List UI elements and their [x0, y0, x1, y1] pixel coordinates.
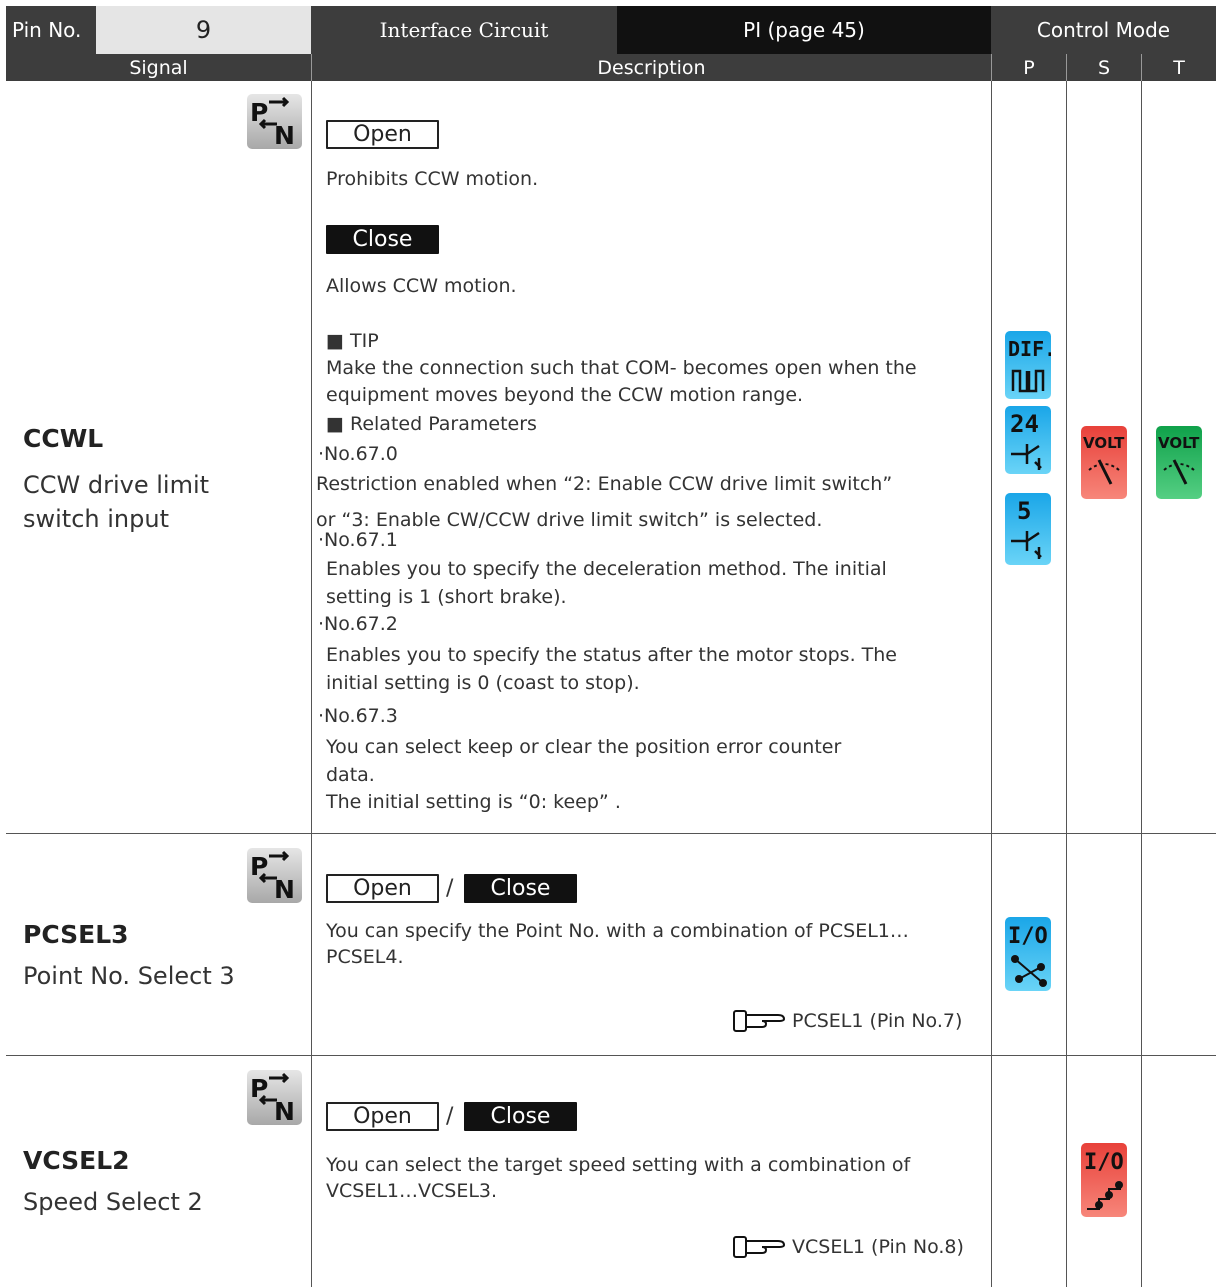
related-parameters-heading: ■ Related Parameters	[326, 413, 537, 435]
interface-label: Interface Circuit	[379, 18, 549, 42]
description-text: PCSEL4.	[326, 946, 404, 968]
control-mode-label: Control Mode	[1036, 18, 1171, 42]
open-state-label: Open	[326, 120, 439, 149]
svg-text:N: N	[274, 875, 295, 903]
description-text: You can select the target speed setting …	[326, 1154, 911, 1176]
voltmeter-icon: VOLT	[1081, 426, 1127, 499]
p-to-n-icon: P N	[247, 848, 302, 904]
grid-line	[1066, 81, 1067, 1287]
parameter-number: ·No.67.1	[318, 529, 398, 551]
reference-text: VCSEL1 (Pin No.8)	[792, 1236, 964, 1258]
io-point-select-icon: I/O	[1005, 917, 1051, 991]
parameter-text: The initial setting is “0: keep” .	[326, 791, 621, 813]
svg-text:I/O: I/O	[1084, 1150, 1124, 1175]
mode-p-header: P	[991, 54, 1066, 81]
parameter-text: Enables you to specify the status after …	[326, 644, 897, 666]
grid-line	[991, 81, 992, 1287]
row-divider	[6, 833, 1216, 834]
svg-text:DIF.: DIF.	[1008, 337, 1051, 361]
pin-value-cell: 9	[96, 6, 311, 54]
signal-name: PCSEL3	[23, 920, 129, 949]
voltmeter-icon: VOLT	[1156, 426, 1202, 499]
interface-value: PI (page 45)	[743, 18, 865, 42]
reference-link[interactable]: PCSEL1 (Pin No.7)	[732, 1008, 962, 1034]
parameter-text: initial setting is 0 (coast to stop).	[326, 672, 640, 694]
pin-value: 9	[195, 16, 212, 44]
differential-input-icon: DIF.	[1005, 331, 1056, 399]
grid-line	[1141, 81, 1142, 1287]
signal-description: Speed Select 2	[23, 1188, 203, 1216]
parameter-text: setting is 1 (short brake).	[326, 586, 567, 608]
close-state-label: Close	[464, 874, 577, 903]
grid-line	[311, 81, 312, 1287]
slash-separator: /	[446, 876, 454, 901]
interface-value-cell: PI (page 45)	[617, 6, 991, 54]
tip-heading: ■ TIP	[326, 330, 379, 352]
parameter-number: ·No.67.2	[318, 613, 398, 635]
signal-name: VCSEL2	[23, 1146, 130, 1175]
tip-text: Make the connection such that COM- becom…	[326, 357, 917, 379]
mode-t-header: T	[1141, 54, 1216, 81]
pin-label-cell: Pin No.	[6, 6, 96, 54]
svg-text:N: N	[274, 1097, 295, 1125]
24v-input-icon: 24	[1005, 406, 1051, 474]
row-divider	[6, 1055, 1216, 1056]
signal-name: CCWL	[23, 424, 104, 453]
close-state-label: Close	[464, 1102, 577, 1131]
close-description: Allows CCW motion.	[326, 275, 517, 297]
svg-text:VOLT: VOLT	[1158, 434, 1200, 452]
parameter-number: ·No.67.3	[318, 705, 398, 727]
pin-label: Pin No.	[12, 18, 82, 42]
pointing-hand-icon	[733, 1010, 786, 1032]
open-state-label: Open	[326, 1102, 439, 1131]
parameter-text: data.	[326, 764, 375, 786]
signal-description: switch input	[23, 505, 169, 533]
parameter-text: Enables you to specify the deceleration …	[326, 558, 887, 580]
io-speed-select-icon: I/O	[1081, 1143, 1127, 1217]
reference-text: PCSEL1 (Pin No.7)	[792, 1010, 963, 1032]
p-to-n-icon: P N	[247, 1070, 302, 1126]
5v-input-icon: 5	[1005, 493, 1051, 565]
close-state-label: Close	[326, 225, 439, 254]
svg-text:24: 24	[1010, 410, 1039, 438]
signal-description: CCW drive limit	[23, 471, 210, 499]
description-text: VCSEL1…VCSEL3.	[326, 1180, 498, 1202]
mode-s-header: S	[1066, 54, 1141, 81]
slash-separator: /	[446, 1104, 454, 1129]
control-mode-cell: Control Mode	[991, 6, 1216, 54]
tip-text: equipment moves beyond the CCW motion ra…	[326, 384, 804, 406]
parameter-text: You can select keep or clear the positio…	[326, 736, 842, 758]
reference-link[interactable]: VCSEL1 (Pin No.8)	[732, 1234, 964, 1260]
parameter-number: ·No.67.0	[318, 443, 398, 465]
parameter-text: Restriction enabled when “2: Enable CCW …	[316, 473, 893, 495]
svg-text:I/O: I/O	[1008, 924, 1048, 949]
description-header: Description	[311, 54, 991, 81]
description-text: You can specify the Point No. with a com…	[326, 920, 909, 942]
open-description: Prohibits CCW motion.	[326, 168, 539, 190]
pointing-hand-icon	[733, 1236, 786, 1258]
p-to-n-icon: P N	[247, 94, 302, 150]
svg-text:VOLT: VOLT	[1083, 434, 1125, 452]
svg-text:5: 5	[1017, 497, 1031, 525]
signal-header: Signal	[6, 54, 311, 81]
interface-label-cell: Interface Circuit	[311, 6, 617, 54]
open-state-label: Open	[326, 874, 439, 903]
signal-description: Point No. Select 3	[23, 962, 235, 990]
svg-text:N: N	[274, 121, 295, 149]
